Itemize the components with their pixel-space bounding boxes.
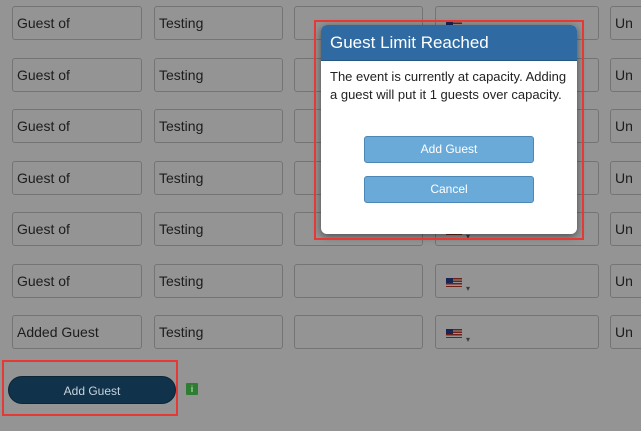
highlight-box: [2, 360, 178, 416]
highlight-box: [314, 20, 584, 240]
info-icon[interactable]: i: [186, 383, 198, 395]
